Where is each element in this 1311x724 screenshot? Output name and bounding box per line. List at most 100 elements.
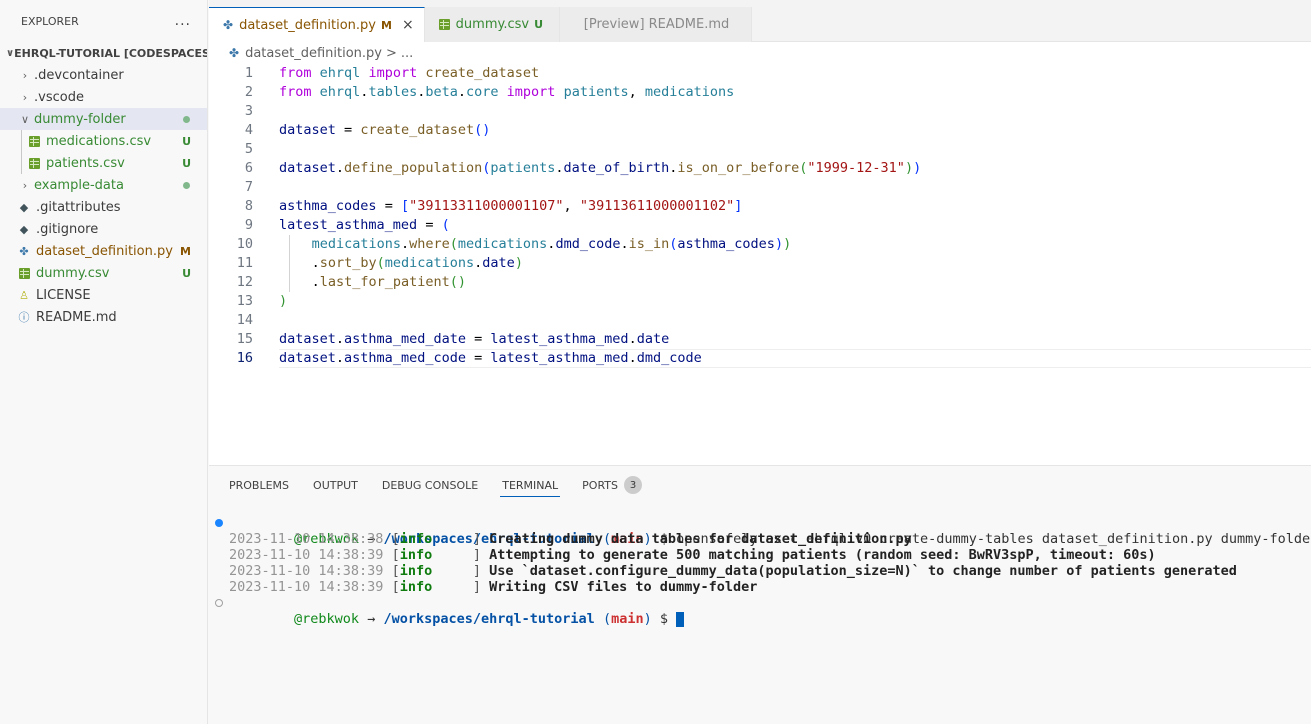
prompt-branch: main <box>611 611 644 627</box>
command-status-dot[interactable] <box>215 599 223 607</box>
log-timestamp: 2023-11-10 14:38:38 <box>229 531 392 547</box>
csv-file-icon <box>26 155 42 171</box>
indent-guide <box>21 130 22 152</box>
code-line[interactable]: 14 <box>209 311 1311 330</box>
tab-modified-badge: M <box>380 18 392 32</box>
code-line[interactable]: 8 asthma_codes = ["39113311000001107", "3… <box>209 197 1311 216</box>
terminal-log-line: 2023-11-10 14:38:39 [info ] Attempting t… <box>229 547 1156 563</box>
line-number: 9 <box>244 217 253 233</box>
tree-item-example-data[interactable]: › example-data <box>0 174 207 196</box>
breadcrumb-file[interactable]: dataset_definition.py <box>245 46 382 61</box>
tree-item-dataset-definition-py[interactable]: ✤ dataset_definition.py M <box>0 240 207 262</box>
log-message: Use `dataset.configure_dummy_data(popula… <box>489 563 1237 579</box>
tree-item-label: .devcontainer <box>34 67 124 83</box>
panel-tabs: PROBLEMS OUTPUT DEBUG CONSOLE TERMINAL P… <box>209 466 1311 504</box>
code-line[interactable]: 12 .last_for_patient() <box>209 273 1311 292</box>
code-line[interactable]: 10 medications.where(medications.dmd_cod… <box>209 235 1311 254</box>
log-timestamp: 2023-11-10 14:38:39 <box>229 547 392 563</box>
more-actions-icon[interactable]: ... <box>175 13 191 29</box>
close-icon[interactable]: × <box>402 17 414 33</box>
git-status-badge: U <box>182 156 191 170</box>
line-number: 7 <box>244 179 253 195</box>
tree-item-dummy-folder[interactable]: ∨ dummy-folder <box>0 108 207 130</box>
tree-item-label: dummy-folder <box>34 111 126 127</box>
terminal-logs: 2023-11-10 14:38:38 [info ] Creating dum… <box>209 531 1311 595</box>
ports-count-badge: 3 <box>624 476 642 494</box>
code-line[interactable]: 3 <box>209 102 1311 121</box>
tree-item-label: dataset_definition.py <box>36 243 173 259</box>
tab-dataset-definition[interactable]: ✤ dataset_definition.py M × <box>209 7 425 42</box>
line-number: 2 <box>244 84 253 100</box>
code-line[interactable]: 5 <box>209 140 1311 159</box>
chevron-down-icon: ∨ <box>20 112 30 126</box>
code-line[interactable]: 4 dataset = create_dataset() <box>209 121 1311 140</box>
code-text: .sort_by(medications.date) <box>311 255 523 271</box>
line-number: 1 <box>244 65 253 81</box>
code-line[interactable]: 2 from ehrql.tables.beta.core import pati… <box>209 83 1311 102</box>
code-line[interactable]: 1 from ehrql import create_dataset <box>209 64 1311 83</box>
code-text: .last_for_patient() <box>311 274 467 290</box>
code-line[interactable]: 9 latest_asthma_med = ( <box>209 216 1311 235</box>
csv-file-icon <box>16 265 32 281</box>
git-status-badge: U <box>182 134 191 148</box>
code-line[interactable]: 11 .sort_by(medications.date) <box>209 254 1311 273</box>
code-line[interactable]: 15 dataset.asthma_med_date = latest_asthm… <box>209 330 1311 349</box>
tab-ports[interactable]: PORTS 3 <box>582 466 642 504</box>
line-number: 4 <box>244 122 253 138</box>
license-icon: ♙ <box>19 288 29 302</box>
tree-item-devcontainer[interactable]: › .devcontainer <box>0 64 207 86</box>
tab-label: TERMINAL <box>502 478 559 492</box>
tab-untracked-badge: U <box>534 18 544 31</box>
python-file-icon: ✤ <box>223 18 234 32</box>
terminal[interactable]: @rebkwok → /workspaces/ehrql-tutorial (m… <box>209 515 1311 627</box>
tree-item-gitignore[interactable]: ◆ .gitignore <box>0 218 207 240</box>
log-level: info <box>399 547 473 563</box>
tab-dummy-csv[interactable]: dummy.csv U <box>424 7 561 42</box>
workspace-root-label: EHRQL-TUTORIAL [CODESPACES:... <box>14 46 207 60</box>
explorer-header: EXPLORER ... <box>0 0 207 42</box>
tree-item-readme[interactable]: ⓘ README.md <box>0 306 207 328</box>
git-status-dot <box>183 182 190 189</box>
tree-item-dummy-csv[interactable]: dummy.csv U <box>0 262 207 284</box>
tab-label: dataset_definition.py <box>239 17 376 33</box>
line-number: 6 <box>244 160 253 176</box>
tab-output[interactable]: OUTPUT <box>313 466 358 504</box>
tab-label: DEBUG CONSOLE <box>381 478 479 492</box>
log-timestamp: 2023-11-10 14:38:39 <box>229 563 392 579</box>
code-line[interactable]: 16 dataset.asthma_med_code = latest_asthm… <box>209 349 1311 368</box>
tab-readme-preview[interactable]: [Preview] README.md <box>560 7 753 42</box>
breadcrumb-rest[interactable]: ... <box>401 46 413 61</box>
chevron-right-icon: › <box>22 90 28 104</box>
breadcrumb: ✤ dataset_definition.py > ... <box>209 42 1311 64</box>
tree-item-label: LICENSE <box>36 287 91 303</box>
code-line[interactable]: 13) <box>209 292 1311 311</box>
explorer-title: EXPLORER <box>21 14 79 28</box>
code-line[interactable]: 7 <box>209 178 1311 197</box>
indent-guide <box>21 152 22 174</box>
workspace-root[interactable]: ∨ EHRQL-TUTORIAL [CODESPACES:... <box>0 42 207 64</box>
git-status-badge: U <box>182 266 191 280</box>
tab-problems[interactable]: PROBLEMS <box>229 466 289 504</box>
code-lines[interactable]: 1 from ehrql import create_dataset 2 from e… <box>209 64 1311 368</box>
command-status-dot[interactable] <box>215 519 223 527</box>
tree-item-label: .gitattributes <box>36 199 121 215</box>
bottom-panel: PROBLEMS OUTPUT DEBUG CONSOLE TERMINAL P… <box>209 465 1311 724</box>
tab-debug-console[interactable]: DEBUG CONSOLE <box>382 466 478 504</box>
tree-item-medications-csv[interactable]: medications.csv U <box>0 130 207 152</box>
tree-item-gitattributes[interactable]: ◆ .gitattributes <box>0 196 207 218</box>
code-editor[interactable]: ✤ dataset_definition.py > ... 1 from ehrq… <box>209 42 1311 465</box>
git-file-icon: ◆ <box>19 222 29 236</box>
tree-item-patients-csv[interactable]: patients.csv U <box>0 152 207 174</box>
tab-label: dummy.csv <box>455 17 530 32</box>
tree-item-vscode[interactable]: › .vscode <box>0 86 207 108</box>
tree-item-label: patients.csv <box>46 155 125 171</box>
code-line[interactable]: 6 dataset.define_population(patients.date… <box>209 159 1311 178</box>
code-text: dataset = create_dataset() <box>279 122 491 138</box>
log-message: Writing CSV files to dummy-folder <box>489 579 758 595</box>
tab-terminal[interactable]: TERMINAL <box>500 466 561 504</box>
info-icon: ⓘ <box>18 311 30 324</box>
line-number: 8 <box>244 198 253 214</box>
line-number: 15 <box>236 331 253 347</box>
tree-item-license[interactable]: ♙ LICENSE <box>0 284 207 306</box>
